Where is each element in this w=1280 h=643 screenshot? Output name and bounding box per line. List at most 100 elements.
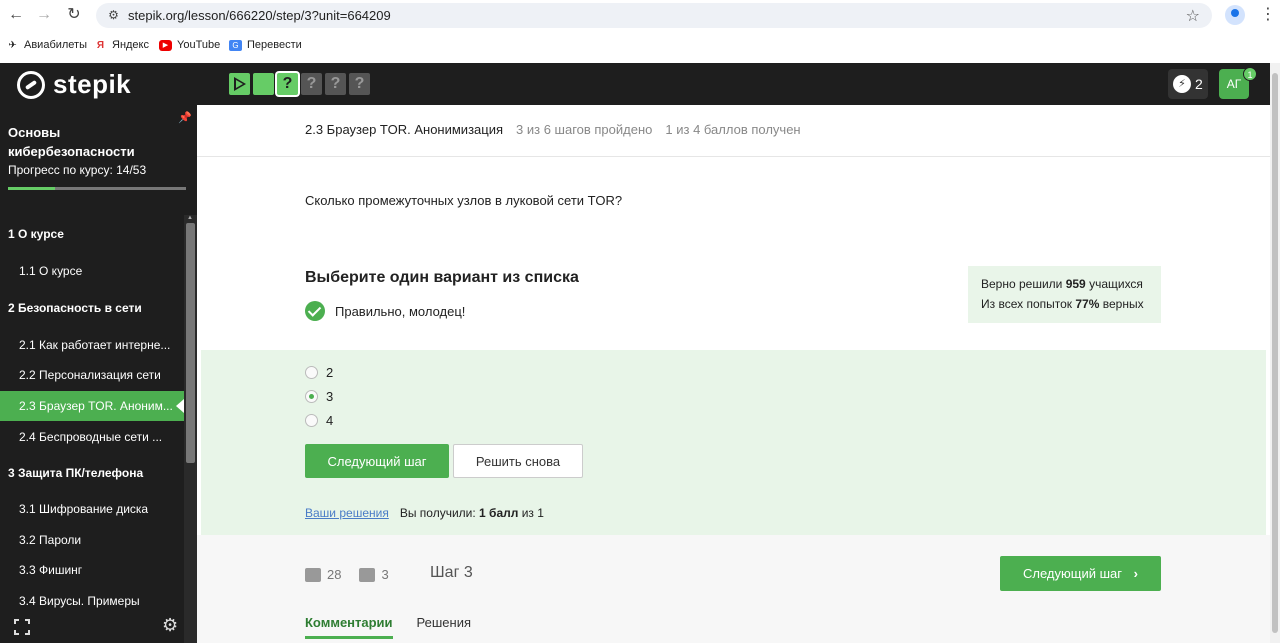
url-text: stepik.org/lesson/666220/step/3?unit=664…: [128, 8, 391, 23]
yandex-icon: Я: [96, 39, 105, 51]
sidebar-lesson[interactable]: 2.1 Как работает интерне...: [0, 330, 184, 360]
stats-solved-count: 959: [1065, 277, 1086, 291]
sidebar-lesson[interactable]: 3.3 Фишинг: [0, 555, 184, 585]
bookmarks-bar: ✈ Авиабилеты Я Яндекс ▶ YouTube G Переве…: [0, 36, 1280, 58]
step-2-text[interactable]: [253, 73, 274, 95]
check-circle-icon: [305, 301, 325, 321]
step-stats: Верно решили 959 учащихся Из всех попыто…: [968, 266, 1161, 323]
thumbs-down-icon[interactable]: [359, 567, 376, 582]
question-text: Сколько промежуточных узлов в луковой се…: [305, 193, 623, 208]
next-step-button[interactable]: Следующий шаг: [305, 444, 449, 478]
tab-solutions[interactable]: Решения: [417, 615, 471, 639]
dislikes-count: 3: [381, 567, 389, 582]
notification-badge: 1: [1243, 67, 1257, 81]
sidebar-lesson[interactable]: 2.2 Персонализация сети: [0, 360, 184, 390]
bookmark-item[interactable]: ✈ Авиабилеты: [6, 39, 87, 51]
sidebar-lesson[interactable]: 2.4 Беспроводные сети ...: [0, 422, 184, 452]
lightning-icon: ⚡: [1173, 75, 1191, 93]
stats-label: учащихся: [1085, 277, 1143, 291]
stepik-logo[interactable]: stepik: [17, 69, 131, 100]
radio-button-selected[interactable]: [305, 390, 318, 403]
step-3-quiz[interactable]: ?: [277, 73, 298, 95]
option-3[interactable]: 3: [305, 389, 333, 404]
fullscreen-icon[interactable]: [14, 619, 30, 635]
pin-icon[interactable]: 📌: [178, 111, 192, 124]
step-1-video[interactable]: [229, 73, 250, 95]
address-bar[interactable]: ⚙ stepik.org/lesson/666220/step/3?unit=6…: [96, 3, 1212, 28]
footer-next-label: Следующий шаг: [1023, 566, 1123, 581]
stats-label: верных: [1099, 297, 1144, 311]
profile-icon[interactable]: [1225, 5, 1245, 25]
lesson-title[interactable]: 2.3 Браузер TOR. Анонимизация: [305, 122, 503, 137]
logo-text: stepik: [53, 69, 132, 99]
feedback-text: Правильно, молодец!: [335, 303, 466, 319]
footer-tabs: Комментарии Решения: [305, 615, 471, 639]
sidebar-lesson[interactable]: 3.1 Шифрование диска: [0, 494, 184, 524]
course-progress-bar: [8, 187, 186, 190]
forward-icon[interactable]: →: [34, 5, 54, 25]
site-settings-icon[interactable]: ⚙: [106, 8, 121, 23]
course-progress-fill: [8, 187, 55, 190]
sidebar-lesson[interactable]: 3.2 Пароли: [0, 525, 184, 555]
back-icon[interactable]: ←: [6, 5, 26, 25]
sidebar-section[interactable]: 1 О курсе: [0, 219, 184, 249]
solve-again-button[interactable]: Решить снова: [453, 444, 583, 478]
option-4[interactable]: 4: [305, 413, 333, 428]
course-progress-text: Прогресс по курсу: 14/53: [8, 163, 147, 177]
likes-count: 28: [327, 567, 342, 582]
page-scrollbar[interactable]: [1270, 63, 1280, 643]
bookmark-label: Яндекс: [112, 39, 149, 51]
choose-heading: Выберите один вариант из списка: [305, 269, 579, 286]
radio-button[interactable]: [305, 366, 318, 379]
bookmark-item[interactable]: Я Яндекс: [94, 39, 149, 51]
settings-gear-icon[interactable]: ⚙: [162, 615, 178, 636]
steps-done: 3 из 6 шагов пройдено: [516, 122, 653, 137]
thumbs-up-icon[interactable]: [305, 567, 321, 582]
bookmark-label: Авиабилеты: [24, 39, 88, 51]
sidebar-scrollbar[interactable]: ▲: [184, 215, 197, 643]
sidebar-section[interactable]: 3 Защита ПК/телефона: [0, 458, 184, 488]
step-5-quiz[interactable]: ?: [325, 73, 346, 95]
bookmark-star-icon[interactable]: ☆: [1186, 6, 1200, 26]
translate-icon: G: [229, 39, 242, 51]
stats-label: Верно решили: [981, 277, 1066, 291]
page-scroll-thumb[interactable]: [1272, 73, 1278, 633]
answer-area: 2 3 4 Следующий шаг Решить снова Ваши ре…: [201, 350, 1266, 535]
scroll-up-icon[interactable]: ▲: [187, 215, 193, 221]
sidebar-section[interactable]: 2 Безопасность в сети: [0, 293, 184, 323]
lesson-content: 2.3 Браузер TOR. Анонимизация 3 из 6 шаг…: [197, 105, 1270, 643]
plane-icon: ✈: [8, 39, 17, 51]
bookmark-label: Перевести: [247, 39, 302, 51]
logo-mark-icon: [17, 70, 45, 99]
bookmark-item[interactable]: G Перевести: [229, 39, 302, 51]
stats-solved-line: Верно решили 959 учащихся: [981, 274, 1161, 294]
stats-percent: 77%: [1075, 297, 1100, 311]
score-value: 1 балл: [479, 506, 519, 520]
bookmark-item[interactable]: ▶ YouTube: [159, 39, 220, 51]
sidebar-lesson[interactable]: 3.4 Вирусы. Примеры: [0, 586, 184, 616]
stats-label: Из всех попыток: [981, 297, 1076, 311]
option-label: 2: [326, 365, 334, 380]
app-header: stepik ? ? ? ? ⚡ 2 АГ: [0, 63, 1270, 105]
browser-menu-icon[interactable]: ⋮: [1260, 5, 1276, 25]
reload-icon[interactable]: ↻: [64, 5, 84, 25]
sidebar-lesson[interactable]: 2.3 Браузер TOR. Аноним...: [0, 391, 184, 421]
option-2[interactable]: 2: [305, 365, 333, 380]
browser-toolbar: ← → ↻ ⚙ stepik.org/lesson/666220/step/3?…: [0, 0, 1280, 31]
sidebar-lesson[interactable]: 1.1 О курсе: [0, 256, 184, 286]
course-title[interactable]: Основы кибербезопасности: [8, 123, 178, 161]
step-label: Шаг 3: [430, 564, 473, 581]
feedback-correct: Правильно, молодец!: [305, 301, 465, 321]
your-solutions-link[interactable]: Ваши решения: [305, 506, 389, 520]
tab-comments[interactable]: Комментарии: [305, 615, 393, 639]
lesson-header: 2.3 Браузер TOR. Анонимизация 3 из 6 шаг…: [305, 122, 801, 137]
step-4-quiz[interactable]: ?: [301, 73, 322, 95]
radio-button[interactable]: [305, 414, 318, 427]
result-line: Ваши решения Вы получили: 1 балл из 1: [305, 506, 544, 520]
footer-next-step-button[interactable]: Следующий шаг ›: [1000, 556, 1161, 591]
sidebar-scroll-thumb[interactable]: [186, 223, 195, 463]
energy-counter[interactable]: ⚡ 2: [1168, 69, 1208, 99]
step-6-quiz[interactable]: ?: [349, 73, 370, 95]
course-sidebar: 📌 Основы кибербезопасности Прогресс по к…: [0, 105, 197, 643]
browser-chrome: ← → ↻ ⚙ stepik.org/lesson/666220/step/3?…: [0, 0, 1280, 63]
